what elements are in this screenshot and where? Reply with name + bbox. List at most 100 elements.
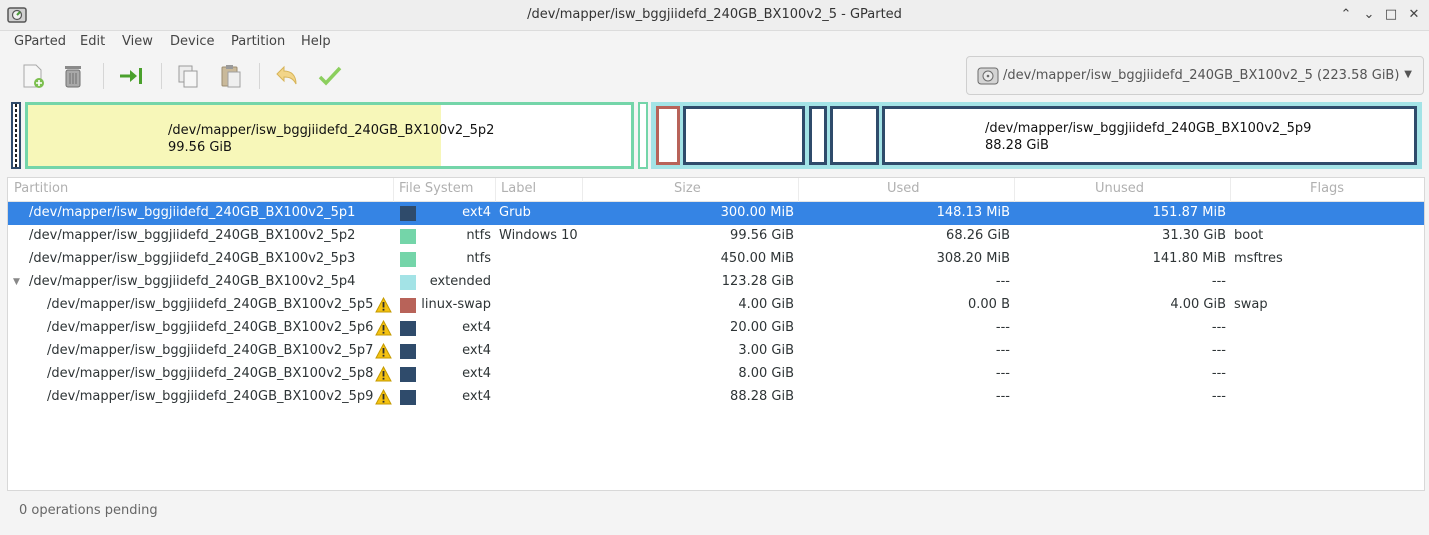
filesystem-color-swatch bbox=[400, 275, 416, 290]
cell-label: Grub bbox=[499, 205, 531, 220]
warning-icon[interactable] bbox=[375, 320, 392, 336]
table-row[interactable]: /dev/mapper/isw_bggjiidefd_240GB_BX100v2… bbox=[8, 386, 1424, 409]
cell-unused: 4.00 GiB bbox=[1170, 297, 1226, 312]
undo-icon[interactable] bbox=[272, 61, 302, 91]
menu-help[interactable]: Help bbox=[301, 34, 331, 49]
apply-icon[interactable] bbox=[315, 61, 345, 91]
column-separator bbox=[393, 178, 394, 202]
new-partition-icon[interactable] bbox=[17, 61, 47, 91]
graph-partition-p7[interactable] bbox=[809, 106, 827, 165]
col-partition[interactable]: Partition bbox=[14, 181, 68, 196]
cell-filesystem: ext4 bbox=[462, 389, 491, 404]
cell-partition: /dev/mapper/isw_bggjiidefd_240GB_BX100v2… bbox=[29, 251, 356, 266]
cell-partition: /dev/mapper/isw_bggjiidefd_240GB_BX100v2… bbox=[47, 389, 374, 404]
cell-unused: --- bbox=[1211, 320, 1226, 335]
cell-used: 148.13 MiB bbox=[936, 205, 1010, 220]
filesystem-color-swatch bbox=[400, 252, 416, 267]
device-selector[interactable]: /dev/mapper/isw_bggjiidefd_240GB_BX100v2… bbox=[966, 56, 1424, 95]
paste-icon[interactable] bbox=[216, 61, 246, 91]
col-size[interactable]: Size bbox=[674, 181, 701, 196]
menu-bar: GParted Edit View Device Partition Help bbox=[0, 31, 1429, 53]
graph-partition-p9[interactable]: /dev/mapper/isw_bggjiidefd_240GB_BX100v2… bbox=[882, 106, 1417, 165]
cell-size: 450.00 MiB bbox=[720, 251, 794, 266]
graph-partition-p8[interactable] bbox=[830, 106, 879, 165]
column-separator bbox=[495, 178, 496, 202]
delete-icon[interactable] bbox=[58, 61, 88, 91]
toolbar-separator bbox=[259, 63, 260, 89]
cell-unused: --- bbox=[1211, 366, 1226, 381]
copy-icon[interactable] bbox=[173, 61, 203, 91]
cell-partition: /dev/mapper/isw_bggjiidefd_240GB_BX100v2… bbox=[29, 228, 356, 243]
cell-filesystem: ntfs bbox=[466, 228, 491, 243]
graph-p2-name: /dev/mapper/isw_bggjiidefd_240GB_BX100v2… bbox=[168, 123, 495, 138]
table-row[interactable]: /dev/mapper/isw_bggjiidefd_240GB_BX100v2… bbox=[8, 317, 1424, 340]
graph-partition-p3[interactable] bbox=[638, 102, 648, 169]
cell-unused: 151.87 MiB bbox=[1152, 205, 1226, 220]
maximize-button[interactable]: ⌄ bbox=[1362, 7, 1376, 23]
menu-edit[interactable]: Edit bbox=[80, 34, 105, 49]
cell-label: Windows 10 bbox=[499, 228, 578, 243]
cell-filesystem: ext4 bbox=[462, 320, 491, 335]
partition-table: Partition File System Label Size Used Un… bbox=[7, 177, 1425, 491]
title-bar: /dev/mapper/isw_bggjiidefd_240GB_BX100v2… bbox=[0, 0, 1429, 31]
warning-icon[interactable] bbox=[375, 343, 392, 359]
col-flags[interactable]: Flags bbox=[1310, 181, 1344, 196]
cell-unused: 141.80 MiB bbox=[1152, 251, 1226, 266]
table-row[interactable]: /dev/mapper/isw_bggjiidefd_240GB_BX100v2… bbox=[8, 248, 1424, 271]
cell-partition: /dev/mapper/isw_bggjiidefd_240GB_BX100v2… bbox=[47, 366, 374, 381]
warning-icon[interactable] bbox=[375, 389, 392, 405]
cell-unused: --- bbox=[1211, 389, 1226, 404]
table-row[interactable]: /dev/mapper/isw_bggjiidefd_240GB_BX100v2… bbox=[8, 225, 1424, 248]
close-button[interactable]: ✕ bbox=[1407, 7, 1421, 23]
cell-size: 123.28 GiB bbox=[721, 274, 794, 289]
cell-partition: /dev/mapper/isw_bggjiidefd_240GB_BX100v2… bbox=[29, 274, 356, 289]
cell-partition: /dev/mapper/isw_bggjiidefd_240GB_BX100v2… bbox=[47, 297, 374, 312]
graph-p9-size: 88.28 GiB bbox=[985, 138, 1049, 153]
cell-partition: /dev/mapper/isw_bggjiidefd_240GB_BX100v2… bbox=[29, 205, 356, 220]
cell-filesystem: linux-swap bbox=[421, 297, 491, 312]
graph-p2-size: 99.56 GiB bbox=[168, 140, 232, 155]
column-separator bbox=[582, 178, 583, 202]
graph-partition-p2[interactable]: /dev/mapper/isw_bggjiidefd_240GB_BX100v2… bbox=[25, 102, 634, 169]
col-used[interactable]: Used bbox=[887, 181, 920, 196]
restore-button[interactable]: □ bbox=[1384, 7, 1398, 23]
expander-arrow-icon[interactable]: ▼ bbox=[13, 277, 20, 287]
filesystem-color-swatch bbox=[400, 298, 416, 313]
table-row[interactable]: /dev/mapper/isw_bggjiidefd_240GB_BX100v2… bbox=[8, 340, 1424, 363]
graph-partition-p5[interactable] bbox=[656, 106, 680, 165]
cell-used: --- bbox=[995, 274, 1010, 289]
menu-view[interactable]: View bbox=[122, 34, 153, 49]
warning-icon[interactable] bbox=[375, 366, 392, 382]
graph-partition-p6[interactable] bbox=[683, 106, 805, 165]
graph-partition-p1[interactable] bbox=[11, 102, 21, 169]
cell-partition: /dev/mapper/isw_bggjiidefd_240GB_BX100v2… bbox=[47, 343, 374, 358]
cell-size: 20.00 GiB bbox=[730, 320, 794, 335]
menu-partition[interactable]: Partition bbox=[231, 34, 285, 49]
cell-filesystem: ntfs bbox=[466, 251, 491, 266]
cell-used: --- bbox=[995, 343, 1010, 358]
window-title: /dev/mapper/isw_bggjiidefd_240GB_BX100v2… bbox=[527, 7, 902, 22]
table-row[interactable]: /dev/mapper/isw_bggjiidefd_240GB_BX100v2… bbox=[8, 294, 1424, 317]
col-unused[interactable]: Unused bbox=[1095, 181, 1144, 196]
cell-size: 300.00 MiB bbox=[720, 205, 794, 220]
table-row[interactable]: /dev/mapper/isw_bggjiidefd_240GB_BX100v2… bbox=[8, 363, 1424, 386]
filesystem-color-swatch bbox=[400, 390, 416, 405]
resize-move-icon[interactable] bbox=[117, 61, 147, 91]
menu-device[interactable]: Device bbox=[170, 34, 214, 49]
cell-filesystem: extended bbox=[429, 274, 491, 289]
cell-filesystem: ext4 bbox=[462, 343, 491, 358]
col-label[interactable]: Label bbox=[501, 181, 536, 196]
cell-size: 8.00 GiB bbox=[738, 366, 794, 381]
minimize-button[interactable]: ⌃ bbox=[1339, 7, 1353, 23]
filesystem-color-swatch bbox=[400, 367, 416, 382]
cell-size: 3.00 GiB bbox=[738, 343, 794, 358]
col-filesystem[interactable]: File System bbox=[399, 181, 473, 196]
table-row[interactable]: /dev/mapper/isw_bggjiidefd_240GB_BX100v2… bbox=[8, 202, 1424, 225]
table-row[interactable]: ▼ /dev/mapper/isw_bggjiidefd_240GB_BX100v… bbox=[8, 271, 1424, 294]
menu-gparted[interactable]: GParted bbox=[14, 34, 66, 49]
partition-graph: /dev/mapper/isw_bggjiidefd_240GB_BX100v2… bbox=[8, 100, 1422, 172]
filesystem-color-swatch bbox=[400, 229, 416, 244]
warning-icon[interactable] bbox=[375, 297, 392, 313]
chevron-down-icon: ▼ bbox=[1404, 69, 1412, 80]
cell-size: 99.56 GiB bbox=[730, 228, 794, 243]
